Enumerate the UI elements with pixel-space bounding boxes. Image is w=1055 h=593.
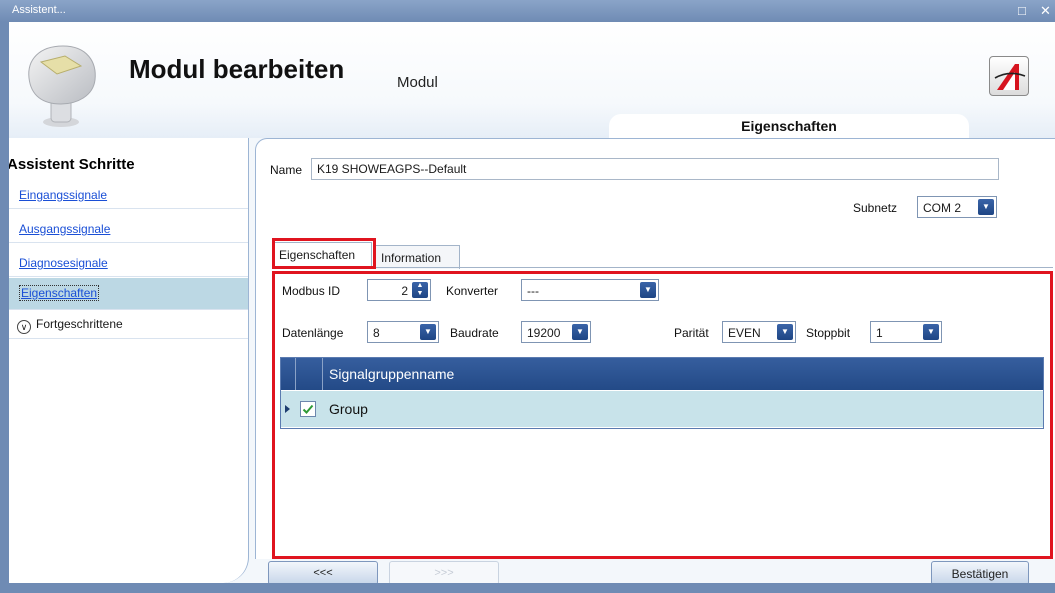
window-title-bar: Assistent... □ ✕ (0, 0, 1055, 22)
highlight-frame-content (272, 271, 1053, 559)
maximize-icon[interactable]: □ (1018, 3, 1026, 18)
back-button[interactable]: <<< (268, 561, 378, 583)
properties-panel: Name K19 SHOWEAGPS--Default Subnetz COM … (255, 138, 1055, 559)
window-frame-left (0, 22, 9, 593)
sidebar-item-ausgangssignale[interactable]: Ausgangssignale (9, 214, 248, 243)
tab-information[interactable]: Information (374, 245, 460, 269)
sidebar-item-eigenschaften[interactable]: Eigenschaften (9, 278, 248, 310)
page-title: Modul bearbeiten (129, 54, 345, 84)
close-icon[interactable]: ✕ (1040, 3, 1051, 19)
sidebar-item-label[interactable]: Eigenschaften (19, 285, 100, 301)
advanced-label: Fortgeschrittene (36, 317, 123, 331)
module-device-icon (21, 38, 105, 130)
app-logo-icon[interactable] (989, 56, 1029, 96)
subnet-label: Subnetz (853, 201, 898, 215)
name-label: Name (270, 163, 303, 177)
sidebar-advanced-toggle[interactable]: ∨ Fortgeschrittene (9, 310, 248, 339)
sidebar-item-label[interactable]: Eingangssignale (19, 188, 107, 202)
sidebar-item-label[interactable]: Ausgangssignale (19, 222, 110, 236)
subnet-select[interactable]: COM 2 ▼ (917, 196, 997, 218)
sidebar-item-label[interactable]: Diagnosesignale (19, 256, 108, 270)
sidebar-item-diagnosesignale[interactable]: Diagnosesignale (9, 248, 248, 277)
name-field[interactable]: K19 SHOWEAGPS--Default (311, 158, 999, 180)
subnet-value: COM 2 (923, 201, 962, 215)
sidebar-heading: Assistent Schritte (9, 156, 135, 173)
wizard-steps-sidebar: Assistent Schritte Eingangssignale Ausga… (9, 138, 249, 583)
page-subtitle: Modul (397, 74, 438, 91)
chevron-down-icon[interactable]: ∨ (17, 320, 31, 334)
chevron-down-icon[interactable]: ▼ (978, 199, 994, 215)
sidebar-item-eingangssignale[interactable]: Eingangssignale (9, 180, 248, 209)
window-frame-bottom (0, 583, 1055, 593)
highlight-frame-tab (272, 238, 376, 269)
section-tab: Eigenschaften (609, 114, 969, 138)
confirm-button[interactable]: Bestätigen (931, 561, 1029, 583)
wizard-header: Modul bearbeiten Modul Eigenschaften (9, 22, 1055, 138)
wizard-client-area: Modul bearbeiten Modul Eigenschaften Ass… (9, 22, 1055, 583)
next-button[interactable]: >>> (389, 561, 499, 583)
window-title: Assistent... (12, 4, 66, 16)
